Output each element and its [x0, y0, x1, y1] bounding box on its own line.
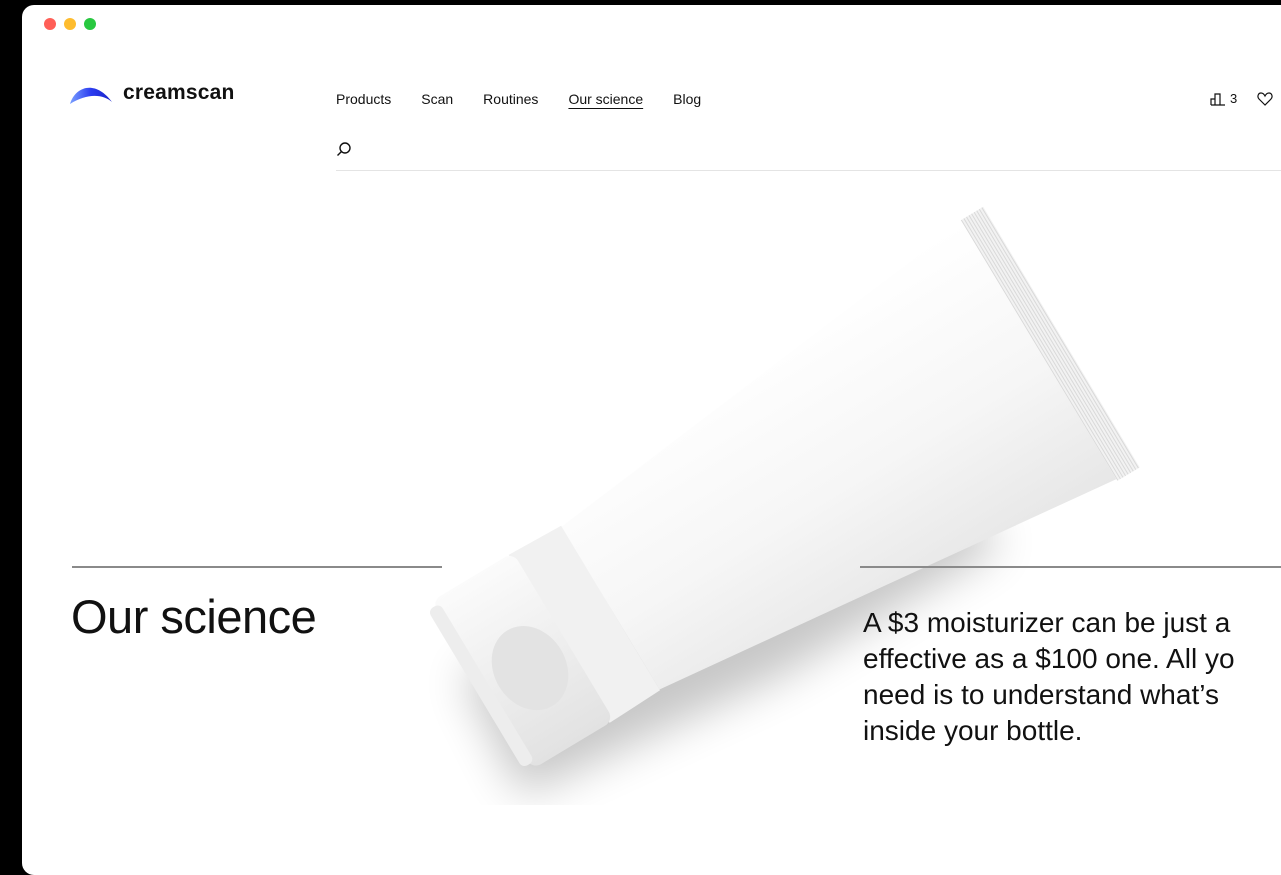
section-divider-left: [72, 566, 442, 568]
heart-icon: [1257, 91, 1273, 106]
browser-window: creamscan Products Scan Routines Our sci…: [22, 5, 1281, 875]
section-divider-right: [860, 566, 1281, 568]
nav-item-blog[interactable]: Blog: [673, 91, 701, 107]
header-tools: 3: [1210, 91, 1273, 106]
search-divider: [336, 170, 1281, 171]
main-nav: Products Scan Routines Our science Blog: [336, 91, 701, 107]
minimize-window-button[interactable]: [64, 18, 76, 30]
compare-count: 3: [1230, 91, 1238, 106]
window-controls: [44, 18, 96, 30]
brand-name: creamscan: [123, 81, 235, 104]
nav-item-products[interactable]: Products: [336, 91, 391, 107]
search-button[interactable]: [336, 141, 352, 162]
maximize-window-button[interactable]: [84, 18, 96, 30]
close-window-button[interactable]: [44, 18, 56, 30]
compare-icon: [1210, 92, 1225, 106]
site-logo[interactable]: creamscan: [69, 81, 235, 105]
nav-item-routines[interactable]: Routines: [483, 91, 538, 107]
favorites-button[interactable]: [1257, 91, 1273, 106]
compare-button[interactable]: 3: [1210, 91, 1237, 106]
intro-text: A $3 moisturizer can be just a effective…: [863, 607, 1235, 746]
nav-item-scan[interactable]: Scan: [421, 91, 453, 107]
logo-mark-icon: [70, 87, 112, 104]
nav-item-our-science[interactable]: Our science: [568, 91, 643, 107]
page-title: Our science: [71, 590, 317, 643]
search-icon: [337, 142, 351, 156]
